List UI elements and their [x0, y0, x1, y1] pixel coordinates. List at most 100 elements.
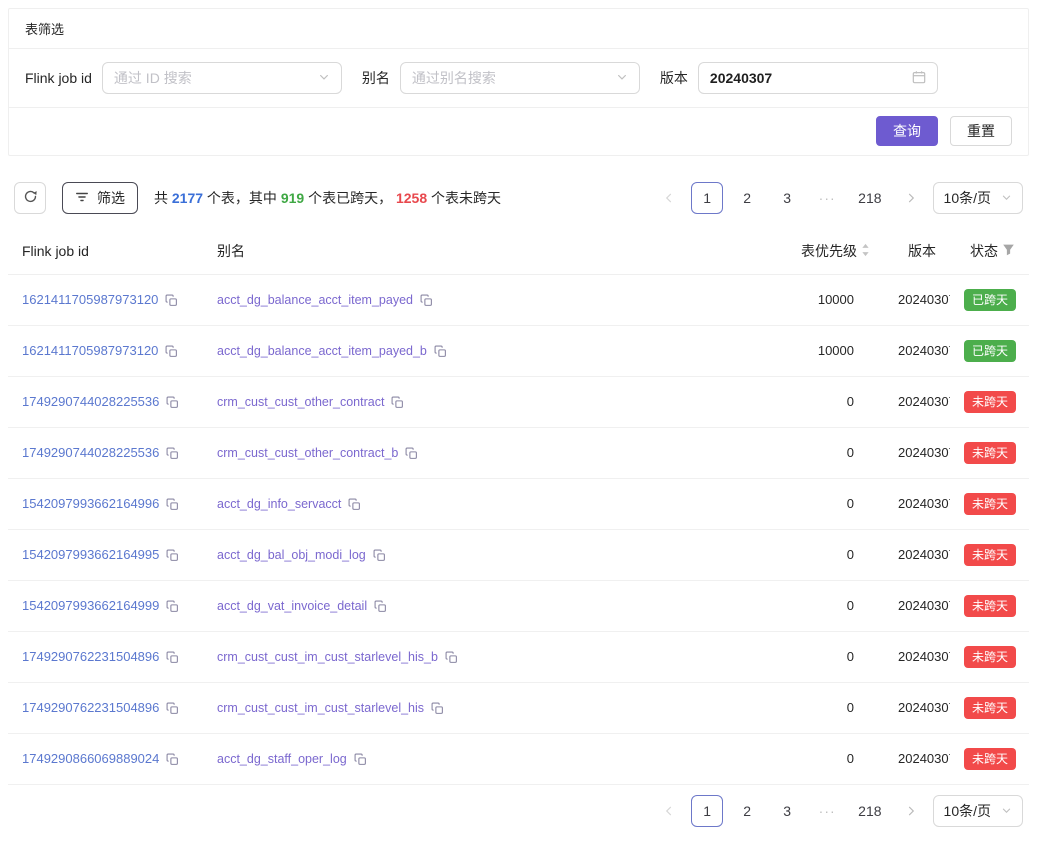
copy-icon[interactable]	[373, 549, 386, 562]
results-table: Flink job id 别名 表优先级 版本	[8, 228, 1029, 785]
job-id-select[interactable]: 通过 ID 搜索	[102, 62, 342, 94]
filter-lines-icon	[75, 190, 89, 207]
copy-icon[interactable]	[166, 498, 179, 511]
bottom-bar: 123···218 10条/页	[14, 795, 1023, 827]
pagination-page-218[interactable]: 218	[851, 182, 888, 214]
status-badge: 未跨天	[964, 595, 1016, 617]
status-badge: 未跨天	[964, 391, 1016, 413]
flink-job-id-link[interactable]: 1749290866069889024	[22, 751, 159, 767]
table-row: 1621411705987973120 acct_dg_balance_acct…	[8, 275, 1029, 326]
page-size-select[interactable]: 10条/页	[933, 182, 1023, 214]
copy-icon[interactable]	[166, 600, 179, 613]
filter-button-label: 筛选	[97, 188, 125, 208]
filter-button[interactable]: 筛选	[62, 182, 138, 214]
copy-icon[interactable]	[445, 651, 458, 664]
flink-job-id-link[interactable]: 1542097993662164995	[22, 547, 159, 563]
priority-value: 0	[684, 377, 884, 428]
alias-link[interactable]: crm_cust_cust_other_contract_b	[217, 445, 398, 461]
pagination-next-button[interactable]	[897, 795, 925, 827]
pagination-page-3[interactable]: 3	[771, 795, 803, 827]
alias-select[interactable]: 通过别名搜索	[400, 62, 640, 94]
version-value: 20240307	[884, 377, 950, 428]
flink-job-id-link[interactable]: 1621411705987973120	[22, 343, 158, 359]
refresh-icon	[23, 189, 38, 207]
alias-link[interactable]: crm_cust_cust_im_cust_starlevel_his	[217, 700, 424, 716]
version-value: 20240307	[884, 530, 950, 581]
priority-value: 0	[684, 479, 884, 530]
pagination-prev-button[interactable]	[655, 182, 683, 214]
copy-icon[interactable]	[374, 600, 387, 613]
pagination-pages: 123···218	[691, 182, 888, 214]
copy-icon[interactable]	[166, 651, 179, 664]
status-badge: 未跨天	[964, 646, 1016, 668]
refresh-button[interactable]	[14, 182, 46, 214]
chevron-down-icon	[616, 70, 628, 86]
status-badge: 未跨天	[964, 493, 1016, 515]
flink-job-id-link[interactable]: 1542097993662164996	[22, 496, 159, 512]
copy-icon[interactable]	[166, 753, 179, 766]
status-badge: 已跨天	[964, 289, 1016, 311]
copy-icon[interactable]	[348, 498, 361, 511]
alias-link[interactable]: crm_cust_cust_other_contract	[217, 394, 384, 410]
copy-icon[interactable]	[165, 345, 178, 358]
copy-icon[interactable]	[391, 396, 404, 409]
copy-icon[interactable]	[405, 447, 418, 460]
flink-job-id-link[interactable]: 1621411705987973120	[22, 292, 158, 308]
pagination-page-2[interactable]: 2	[731, 182, 763, 214]
priority-value: 10000	[684, 326, 884, 377]
priority-value: 10000	[684, 275, 884, 326]
sort-icon	[861, 243, 870, 260]
reset-button[interactable]: 重置	[950, 116, 1012, 146]
pagination-next-button[interactable]	[897, 182, 925, 214]
page-size-value: 10条/页	[944, 188, 991, 208]
page-size-select[interactable]: 10条/页	[933, 795, 1023, 827]
summary-text: 个表未跨天	[427, 190, 501, 206]
alias-link[interactable]: acct_dg_balance_acct_item_payed_b	[217, 343, 427, 359]
column-header-status: 状态	[950, 228, 1029, 275]
pagination-ellipsis: ···	[811, 795, 843, 827]
pagination-page-2[interactable]: 2	[731, 795, 763, 827]
column-header-priority[interactable]: 表优先级	[684, 228, 884, 275]
table-row: 1621411705987973120 acct_dg_balance_acct…	[8, 326, 1029, 377]
summary-uncrossed-count: 1258	[396, 190, 427, 206]
filter-funnel-icon[interactable]	[1002, 243, 1015, 259]
pagination-prev-button[interactable]	[655, 795, 683, 827]
priority-value: 0	[684, 530, 884, 581]
alias-link[interactable]: acct_dg_vat_invoice_detail	[217, 598, 367, 614]
filter-actions-row: 查询 重置	[9, 108, 1028, 155]
copy-icon[interactable]	[434, 345, 447, 358]
alias-link[interactable]: acct_dg_balance_acct_item_payed	[217, 292, 413, 308]
flink-job-id-link[interactable]: 1542097993662164999	[22, 598, 159, 614]
priority-value: 0	[684, 428, 884, 479]
copy-icon[interactable]	[166, 447, 179, 460]
pagination-page-3[interactable]: 3	[771, 182, 803, 214]
flink-job-id-link[interactable]: 1749290762231504896	[22, 700, 159, 716]
query-button[interactable]: 查询	[876, 116, 938, 146]
copy-icon[interactable]	[420, 294, 433, 307]
pagination-page-1[interactable]: 1	[691, 795, 723, 827]
flink-job-id-link[interactable]: 1749290744028225536	[22, 445, 159, 461]
copy-icon[interactable]	[166, 396, 179, 409]
flink-job-id-link[interactable]: 1749290762231504896	[22, 649, 159, 665]
version-value: 20240307	[884, 326, 950, 377]
filter-card: 表筛选 Flink job id 通过 ID 搜索 别名 通过别名搜索	[8, 8, 1029, 156]
copy-icon[interactable]	[166, 549, 179, 562]
copy-icon[interactable]	[166, 702, 179, 715]
status-header-label: 状态	[970, 241, 998, 261]
alias-link[interactable]: acct_dg_staff_oper_log	[217, 751, 347, 767]
pagination-page-218[interactable]: 218	[851, 795, 888, 827]
version-label: 版本	[660, 68, 688, 88]
copy-icon[interactable]	[354, 753, 367, 766]
flink-job-id-link[interactable]: 1749290744028225536	[22, 394, 159, 410]
copy-icon[interactable]	[165, 294, 178, 307]
filter-field-version: 版本 20240307	[660, 62, 938, 94]
copy-icon[interactable]	[431, 702, 444, 715]
alias-link[interactable]: acct_dg_info_servacct	[217, 496, 341, 512]
version-value: 20240307	[884, 479, 950, 530]
version-date-input[interactable]: 20240307	[698, 62, 938, 94]
calendar-icon	[912, 70, 926, 87]
alias-link[interactable]: acct_dg_bal_obj_modi_log	[217, 547, 366, 563]
alias-link[interactable]: crm_cust_cust_im_cust_starlevel_his_b	[217, 649, 438, 665]
table-row: 1542097993662164999 acct_dg_vat_invoice_…	[8, 581, 1029, 632]
pagination-page-1[interactable]: 1	[691, 182, 723, 214]
